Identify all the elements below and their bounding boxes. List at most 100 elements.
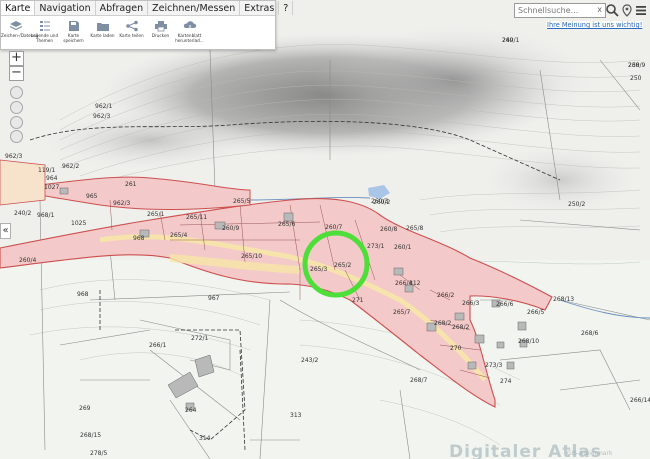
parcel-number-label: 967 [208,295,220,302]
locate-button[interactable] [10,130,23,143]
parcel-number-label: 268/7 [410,377,427,384]
parcel-number-label: 266/5 [527,309,544,316]
menu-icon[interactable] [634,3,648,18]
feedback-link[interactable]: Ihre Meinung ist uns wichtig! [546,21,644,29]
print-icon [154,21,167,32]
parcel-number-label: 265/6 [278,221,295,228]
zoom-in-button[interactable]: + [9,51,24,66]
parcel-number-label: 265/8 [406,225,423,232]
parcel-number-label: 271 [352,297,364,304]
legend-icon [39,21,50,31]
parcel-number-label: 266/14 [630,397,650,404]
parcel-number-label: 269 [79,405,91,412]
parcel-number-label: 266/2 [437,292,454,299]
search-placeholder: Schnellsuche... [518,6,579,15]
load-map-button[interactable]: Karte laden [88,20,117,43]
parcel-number-label: 962/3 [113,200,130,207]
download-sheet-button[interactable]: Kartenblatt herunterlad... [175,20,204,43]
location-pin-icon[interactable] [620,3,634,18]
parcel-number-label: 265/10 [241,253,262,260]
home-button[interactable] [10,101,23,114]
parcel-number-label: 265/5 [233,198,250,205]
save-icon [68,21,79,31]
parcel-number-label: 260/1 [394,244,411,251]
parcel-number-label: 314 [199,435,211,442]
parcel-number-label: 313 [290,412,302,419]
tab-zeichnen-messen[interactable]: Zeichnen/Messen [148,1,241,15]
parcel-number-label: 268/2 [434,320,451,327]
layers-button[interactable]: Zeichen-/Datensä [1,20,39,43]
parcel-number-label: 265/3 [310,266,327,273]
parcel-number-label: 964 [46,175,58,182]
layers-icon [9,21,22,31]
parcel-number-label: 260/4 [19,257,36,264]
parcel-number-label: 240/2 [14,210,31,217]
collapse-panel-button[interactable]: « [0,223,11,239]
parcel-number-label: 1025 [71,220,86,227]
atlas-watermark-sub: GIS-Steiermark [567,450,613,457]
parcel-number-label: 264 [185,407,197,414]
parcel-number-label: 273/1 [367,243,384,250]
download-sheet-label: Kartenblatt herunterlad... [175,33,204,43]
search-input[interactable]: Schnellsuche... x [514,3,606,18]
parcel-number-label: 260/1 [502,37,519,44]
parcel-number-label: 278/5 [90,450,107,457]
parcel-number-label: 268/15 [80,432,101,439]
zoom-out-button[interactable]: − [9,66,24,81]
tab-karte[interactable]: Karte [1,1,36,15]
tab-help[interactable]: ? [279,1,294,15]
parcel-number-label: 250/2 [568,201,585,208]
main-toolbar: Karte Navigation Abfragen Zeichnen/Messe… [0,0,294,50]
parcel-number-label: 266/3 [462,300,479,307]
parcel-number-label: 962/3 [93,113,110,120]
search-icon[interactable] [605,3,619,18]
parcel-number-label: 261 [125,181,137,188]
parcel-number-label: 265/2 [334,262,351,269]
parcel-number-label: 270 [450,345,462,352]
parcel-number-label: 260/2 [373,199,390,206]
parcel-number-label: 268/2 [452,324,469,331]
save-map-button[interactable]: Karte speichern [59,20,88,43]
layers-label: Zeichen-/Datensä [1,33,39,38]
tab-extras[interactable]: Extras [240,1,280,15]
parcel-number-label: 260/7 [325,224,342,231]
clear-search-icon[interactable]: x [597,5,602,15]
cadastral-map[interactable]: 249230250962/1962/3962/2119/196410279659… [0,0,650,459]
legend-button[interactable]: Legende und Themen [30,20,59,43]
parcel-number-label: 965 [86,193,98,200]
parcel-number-label: 119/1 [38,167,55,174]
parcel-number-label: 260/8 [380,226,397,233]
zoom-rect-button[interactable] [10,86,23,99]
parcel-number-label: 962/2 [62,163,79,170]
parcel-number-label: 268/10 [518,338,539,345]
download-icon [183,21,196,31]
parcel-number-label: 268/9 [628,62,645,69]
load-map-label: Karte laden [90,33,115,38]
parcel-number-label: 260/9 [222,225,239,232]
parcel-number-label: 266/1 [149,342,166,349]
parcel-number-label: 265/4 [170,232,187,239]
tab-abfragen[interactable]: Abfragen [96,1,149,15]
parcel-number-label: 268/6 [581,330,598,337]
back-button[interactable] [10,116,23,129]
parcel-number-label: 968 [77,291,89,298]
parcel-number-label: 968 [133,235,145,242]
parcel-number-label: 312 [409,280,421,287]
parcel-number-label: 962/3 [5,153,22,160]
parcel-number-label: 268/13 [553,296,574,303]
print-label: Drucken [151,33,170,38]
parcel-number-label: 962/1 [95,103,112,110]
save-map-label: Karte speichern [63,33,84,43]
parcel-number-label: 243/2 [301,357,318,364]
parcel-number-label: 273/3 [485,362,502,369]
tab-navigation[interactable]: Navigation [35,1,96,15]
parcel-number-label: 968/1 [37,212,54,219]
print-button[interactable]: Drucken [146,20,175,43]
legend-label: Legende und Themen [30,33,59,43]
parcel-number-label: 265/11 [186,214,207,221]
share-map-button[interactable]: Karte teilen [117,20,146,43]
parcel-number-label: 250 [630,75,642,82]
parcel-number-label: 272/1 [191,335,208,342]
parcel-number-label: 274 [500,378,512,385]
parcel-number-label: 1027 [44,184,59,191]
